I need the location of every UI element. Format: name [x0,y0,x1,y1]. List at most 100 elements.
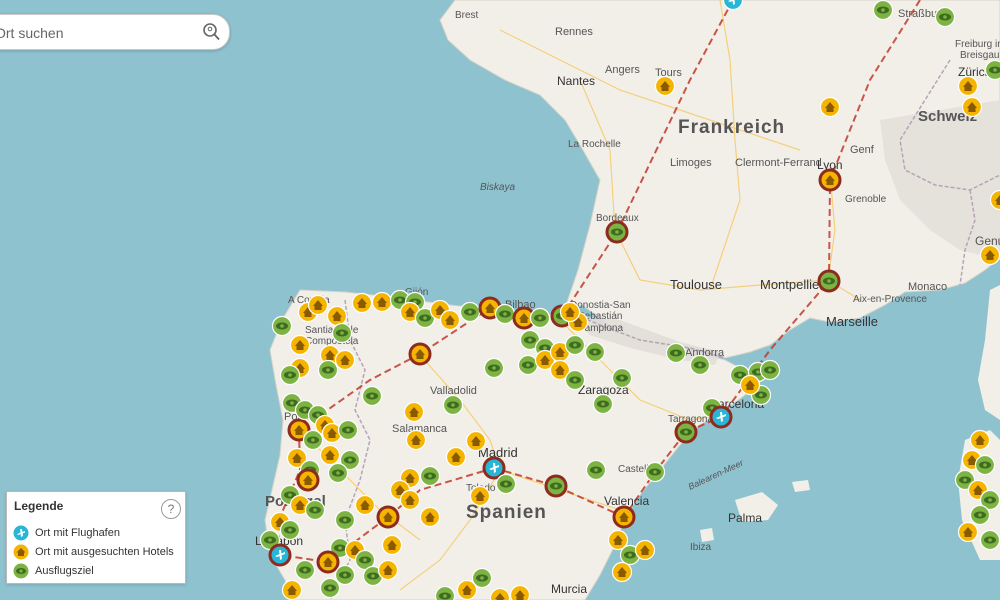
excursion-marker[interactable] [327,462,349,484]
excursion-marker[interactable] [271,315,293,337]
excursion-marker[interactable] [361,385,383,407]
hotel-marker[interactable] [961,96,983,118]
svg-text:Palma: Palma [728,511,762,525]
excursion-marker[interactable] [304,499,326,521]
excursion-marker[interactable] [979,529,1000,551]
excursion-marker[interactable] [665,342,687,364]
excursion-marker[interactable] [294,559,316,581]
hotel-marker[interactable] [307,294,329,316]
hotel-marker[interactable] [371,291,393,313]
excursion-marker[interactable] [689,354,711,376]
excursion-marker[interactable] [459,301,481,323]
excursion-marker[interactable] [969,504,991,526]
excursion-marker[interactable] [644,461,666,483]
hotel-marker[interactable] [509,584,531,600]
hotel-marker[interactable] [456,579,478,600]
hotel-marker[interactable] [289,334,311,356]
excursion-marker[interactable] [611,367,633,389]
hotel-marker[interactable] [445,446,467,468]
hotel-marker[interactable] [611,561,633,583]
hotel-marker[interactable] [818,168,842,192]
excursion-marker[interactable] [317,359,339,381]
excursion-marker[interactable] [817,269,841,293]
excursion-marker[interactable] [984,59,1000,81]
hotel-marker[interactable] [634,539,656,561]
hotel-marker[interactable] [281,579,303,600]
excursion-marker[interactable] [334,564,356,586]
search-input[interactable] [0,15,197,51]
hotel-marker[interactable] [969,429,991,451]
hotel-marker[interactable] [377,559,399,581]
hotel-marker[interactable] [979,244,1000,266]
excursion-marker[interactable] [585,459,607,481]
excursion-marker[interactable] [592,393,614,415]
hotel-marker[interactable] [465,430,487,452]
hotel-marker[interactable] [408,342,432,366]
excursion-marker[interactable] [974,454,996,476]
hotel-marker[interactable] [405,429,427,451]
hotel-marker[interactable] [957,75,979,97]
excursion-marker[interactable] [279,519,301,541]
label-frankreich: Frankreich [678,117,785,138]
excursion-marker[interactable] [564,334,586,356]
excursion-marker[interactable] [334,509,356,531]
hotel-marker[interactable] [469,485,491,507]
hotel-marker[interactable] [326,305,348,327]
svg-text:La Rochelle: La Rochelle [568,139,621,150]
hotel-marker[interactable] [559,301,581,323]
excursion-marker[interactable] [302,429,324,451]
legend-label: Ort mit ausgesuchten Hotels [35,546,174,558]
excursion-marker[interactable] [584,341,606,363]
help-button[interactable]: ? [161,499,181,519]
hotel-marker[interactable] [296,468,320,492]
svg-text:Rennes: Rennes [555,26,593,38]
excursion-marker[interactable] [495,473,517,495]
hotel-marker[interactable] [654,75,676,97]
excursion-marker[interactable] [544,474,568,498]
svg-text:Murcia: Murcia [551,582,587,596]
excursion-marker[interactable] [674,420,698,444]
airport-marker[interactable] [482,456,506,480]
svg-text:Toulouse: Toulouse [670,277,722,292]
airport-marker[interactable] [268,543,292,567]
hotel-marker[interactable] [957,521,979,543]
hotel-marker[interactable] [316,550,340,574]
hotel-marker[interactable] [819,96,841,118]
excursion-marker[interactable] [605,220,629,244]
hotel-marker[interactable] [419,506,441,528]
svg-text:Clermont-Ferrand: Clermont-Ferrand [735,157,822,169]
excursion-marker[interactable] [483,357,505,379]
hotel-marker[interactable] [354,494,376,516]
excursion-marker[interactable] [319,577,341,599]
hotel-marker[interactable] [319,444,341,466]
hotel-marker[interactable] [334,349,356,371]
legend-panel: Legende ? Ort mit Flughafen Ort mit ausg… [6,491,186,584]
excursion-marker[interactable] [564,369,586,391]
legend-title: Legende [14,499,64,513]
hotel-marker[interactable] [381,534,403,556]
svg-text:Ibiza: Ibiza [690,542,712,553]
search-icon[interactable] [201,22,221,42]
hotel-marker[interactable] [351,292,373,314]
excursion-marker[interactable] [434,585,456,600]
hotel-marker[interactable] [439,309,461,331]
excursion-marker[interactable] [872,0,894,21]
excursion-marker[interactable] [337,419,359,441]
excursion-marker[interactable] [279,364,301,386]
hotel-marker[interactable] [739,374,761,396]
excursion-marker[interactable] [529,307,551,329]
hotel-marker[interactable] [403,401,425,423]
excursion-marker[interactable] [934,6,956,28]
excursion-marker[interactable] [517,354,539,376]
hotel-marker[interactable] [399,489,421,511]
legend-item-airport: Ort mit Flughafen [13,524,120,542]
excursion-marker[interactable] [419,465,441,487]
excursion-marker[interactable] [442,394,464,416]
airport-marker[interactable] [709,405,733,429]
excursion-marker[interactable] [759,359,781,381]
hotel-marker[interactable] [612,505,636,529]
excursion-marker[interactable] [331,322,353,344]
search-box[interactable] [0,14,230,51]
hotel-marker[interactable] [376,505,400,529]
excursion-marker[interactable] [494,303,516,325]
